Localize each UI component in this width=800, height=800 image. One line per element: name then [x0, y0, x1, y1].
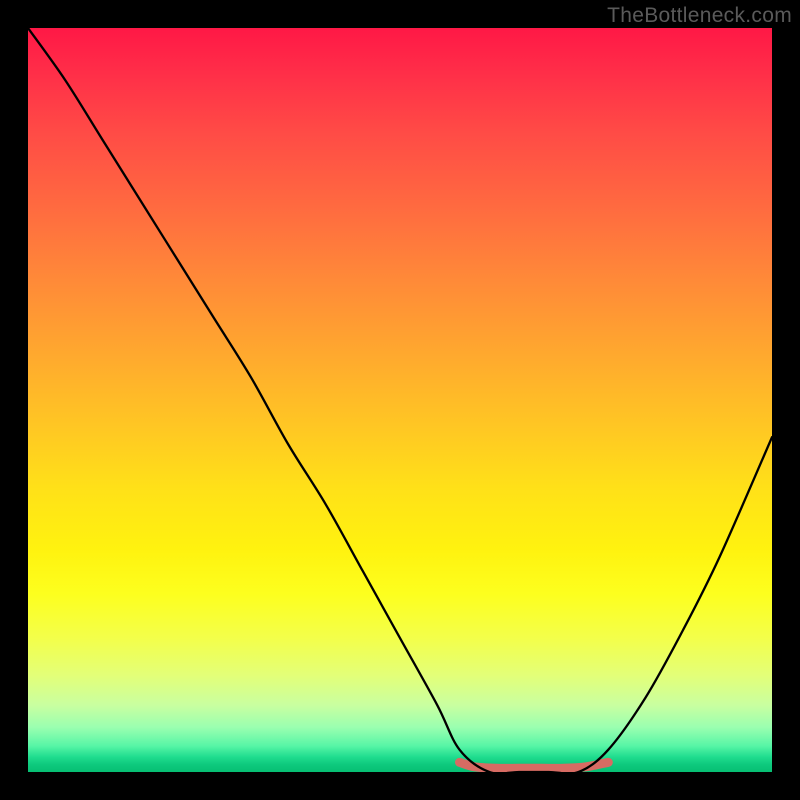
- bottleneck-curve: [28, 28, 772, 772]
- chart-frame: TheBottleneck.com: [0, 0, 800, 800]
- plot-area: [28, 28, 772, 772]
- watermark-label: TheBottleneck.com: [607, 4, 792, 28]
- chart-svg: [28, 28, 772, 772]
